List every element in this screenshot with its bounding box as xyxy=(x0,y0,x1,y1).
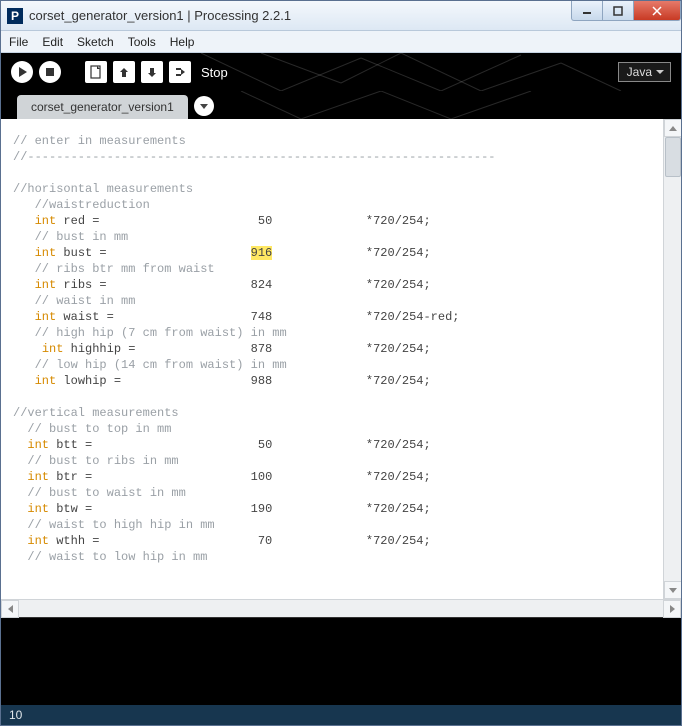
close-button[interactable] xyxy=(633,1,681,21)
vertical-scrollbar[interactable] xyxy=(663,119,681,599)
window-controls xyxy=(571,1,681,21)
app-window: P corset_generator_version1 | Processing… xyxy=(0,0,682,726)
app-icon: P xyxy=(7,8,23,24)
save-icon xyxy=(145,65,159,79)
editor-area: // enter in measurements //-------------… xyxy=(1,119,681,599)
scroll-left-button[interactable] xyxy=(1,600,19,618)
maximize-button[interactable] xyxy=(602,1,634,21)
code-editor[interactable]: // enter in measurements //-------------… xyxy=(1,119,663,599)
scroll-thumb[interactable] xyxy=(665,137,681,177)
line-number: 10 xyxy=(9,708,22,722)
mode-value: Java xyxy=(627,65,652,79)
open-icon xyxy=(117,65,131,79)
menu-help[interactable]: Help xyxy=(170,35,195,49)
minimize-icon xyxy=(582,7,592,15)
new-button[interactable] xyxy=(85,61,107,83)
menu-sketch[interactable]: Sketch xyxy=(77,35,114,49)
scroll-up-button[interactable] xyxy=(664,119,681,137)
open-button[interactable] xyxy=(113,61,135,83)
new-icon xyxy=(89,65,103,79)
run-button[interactable] xyxy=(11,61,33,83)
console-panel[interactable] xyxy=(1,617,681,705)
scroll-down-button[interactable] xyxy=(664,581,681,599)
stop-icon xyxy=(46,68,54,76)
window-title: corset_generator_version1 | Processing 2… xyxy=(29,8,291,23)
minimize-button[interactable] xyxy=(571,1,603,21)
menu-edit[interactable]: Edit xyxy=(42,35,63,49)
menu-file[interactable]: File xyxy=(9,35,28,49)
tab-menu-button[interactable] xyxy=(194,96,214,116)
tab-active[interactable]: corset_generator_version1 xyxy=(17,95,188,119)
scroll-right-button[interactable] xyxy=(663,600,681,618)
titlebar: P corset_generator_version1 | Processing… xyxy=(1,1,681,31)
stop-button[interactable] xyxy=(39,61,61,83)
close-icon xyxy=(652,6,662,16)
export-icon xyxy=(173,65,187,79)
play-icon xyxy=(19,67,27,77)
maximize-icon xyxy=(613,6,623,16)
toolbar-status-label: Stop xyxy=(201,65,228,80)
tabbar: corset_generator_version1 xyxy=(1,91,681,119)
statusbar: 10 xyxy=(1,705,681,725)
mode-selector[interactable]: Java xyxy=(618,62,671,82)
save-button[interactable] xyxy=(141,61,163,83)
menu-tools[interactable]: Tools xyxy=(128,35,156,49)
horizontal-scrollbar[interactable] xyxy=(1,599,681,617)
menubar: File Edit Sketch Tools Help xyxy=(1,31,681,53)
export-button[interactable] xyxy=(169,61,191,83)
toolbar: Stop Java xyxy=(1,53,681,91)
